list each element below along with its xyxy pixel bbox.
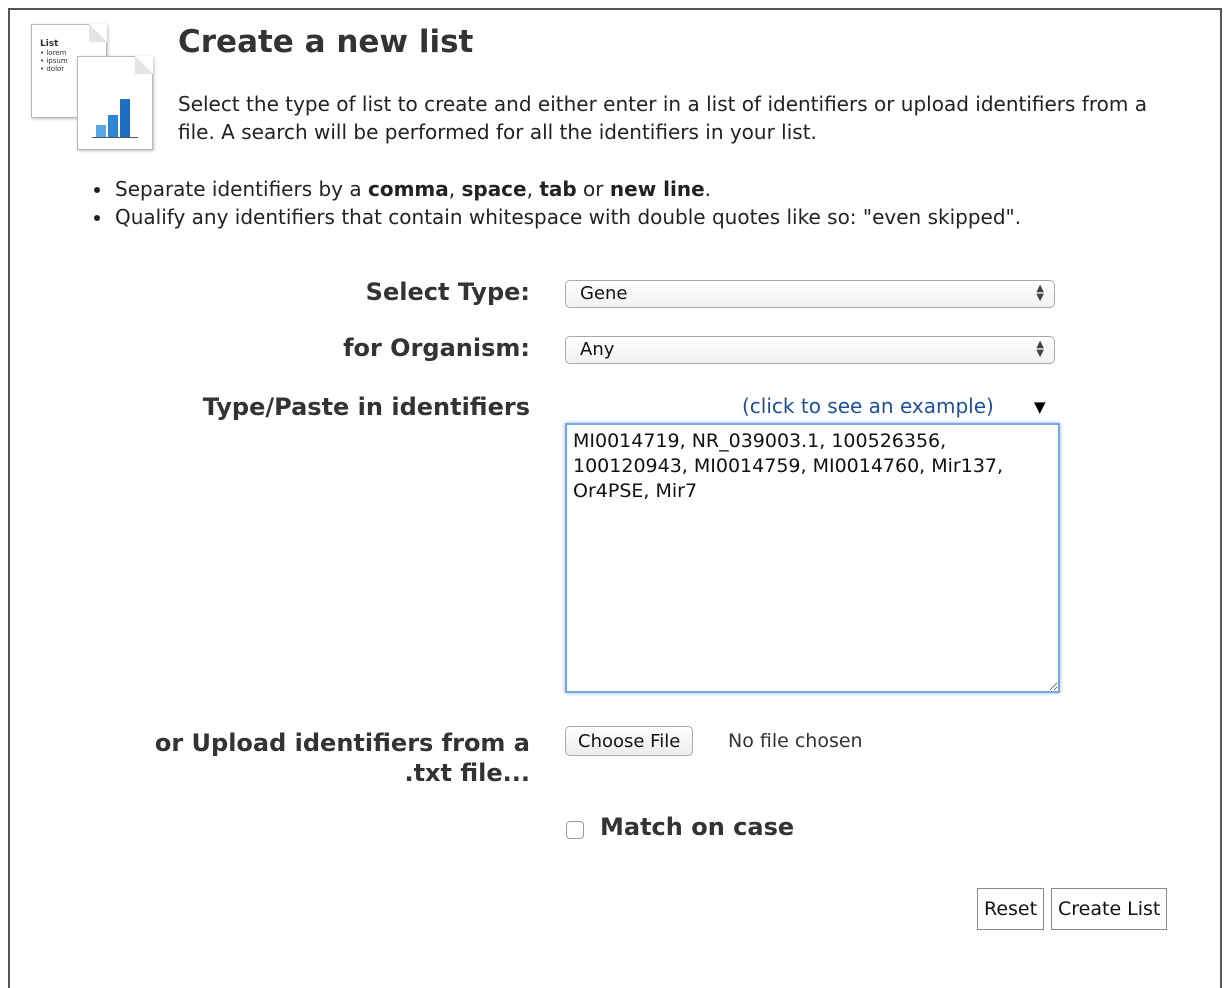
identifiers-textarea[interactable]: MI0014719, NR_039003.1, 100526356, 10012…: [565, 423, 1060, 693]
file-status: No file chosen: [728, 730, 863, 752]
select-type-dropdown[interactable]: Gene ▲ ▼: [565, 280, 1055, 308]
icon-doc-title: List: [40, 39, 59, 49]
organism-value: Any: [580, 339, 615, 360]
upload-label: or Upload identifiers from a .txt file..…: [155, 728, 530, 788]
icon-doc-line: • dolor: [40, 65, 65, 73]
choose-file-button[interactable]: Choose File: [565, 726, 694, 756]
organism-dropdown[interactable]: Any ▲ ▼: [565, 336, 1055, 364]
paste-identifiers-label: Type/Paste in identifiers: [202, 393, 530, 421]
triangle-down-icon[interactable]: ▼: [1034, 398, 1046, 416]
upload-label-line1: or Upload identifiers from a: [154, 729, 530, 757]
organism-label: for Organism:: [343, 334, 530, 362]
icon-doc-line: • ipsum: [40, 57, 68, 65]
page-title: Create a new list: [178, 24, 474, 60]
match-case-checkbox[interactable]: [566, 821, 584, 839]
tips-list: Separate identifiers by a comma, space, …: [85, 175, 1224, 231]
tip-separators: Separate identifiers by a comma, space, …: [113, 175, 1224, 203]
example-link[interactable]: (click to see an example): [742, 394, 994, 418]
select-type-value: Gene: [580, 283, 628, 304]
updown-arrows-icon: ▲ ▼: [1036, 283, 1044, 303]
page-description: Select the type of list to create and ei…: [178, 92, 1147, 144]
tip-quotes: Qualify any identifiers that contain whi…: [113, 203, 1224, 231]
updown-arrows-icon: ▲ ▼: [1036, 339, 1044, 359]
create-list-button[interactable]: Create List: [1051, 888, 1168, 930]
reset-button[interactable]: Reset: [977, 888, 1045, 930]
match-case-label[interactable]: Match on case: [600, 813, 794, 841]
upload-label-line2: .txt file...: [404, 759, 530, 787]
select-type-label: Select Type:: [365, 278, 530, 306]
bar-chart-page-icon: [77, 56, 153, 150]
list-document-icon: List • lorem • ipsum • dolor: [27, 20, 157, 160]
icon-doc-line: • lorem: [40, 49, 67, 57]
